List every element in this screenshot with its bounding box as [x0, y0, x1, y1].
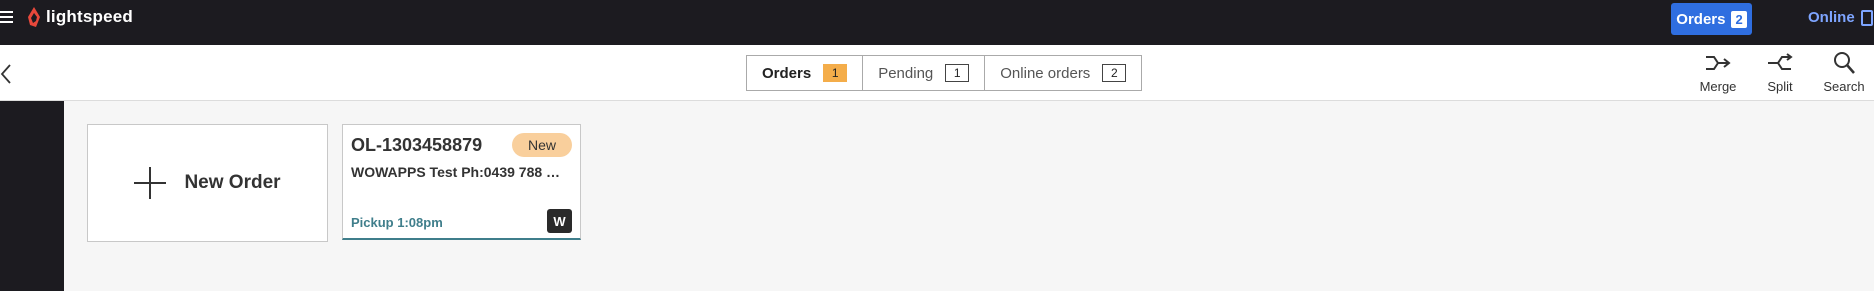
search-button[interactable]: Search — [1814, 51, 1874, 94]
merge-icon — [1706, 56, 1731, 70]
split-button[interactable]: Split — [1750, 51, 1810, 94]
merge-button[interactable]: Merge — [1688, 51, 1748, 94]
split-icon — [1768, 53, 1793, 70]
orders-label: Orders — [1676, 10, 1726, 28]
tab-pending[interactable]: Pending 1 — [863, 56, 986, 90]
tab-orders-label: Orders — [762, 64, 812, 82]
pickup-time: Pickup 1:08pm — [351, 215, 443, 230]
search-label: Search — [1823, 79, 1865, 94]
orders-count-badge: 2 — [1731, 10, 1747, 28]
tab-online-orders[interactable]: Online orders 2 — [985, 56, 1141, 90]
split-label: Split — [1767, 79, 1793, 94]
customer-info: WOWAPPS Test Ph:0439 788 882 — [351, 164, 566, 180]
status-badge: New — [512, 133, 572, 157]
tab-pending-label: Pending — [878, 64, 934, 82]
tab-online-orders-label: Online orders — [1000, 64, 1091, 82]
order-number: OL-1303458879 — [351, 135, 483, 155]
brand-name: lightspeed — [46, 7, 134, 26]
menu-icon[interactable] — [0, 8, 14, 26]
brand-logo: lightspeed — [26, 7, 133, 27]
order-card[interactable]: OL-1303458879 New WOWAPPS Test Ph:0439 7… — [342, 124, 581, 240]
new-order-card[interactable]: New Order — [87, 124, 328, 242]
tab-orders-count: 1 — [823, 64, 848, 82]
back-icon[interactable] — [0, 63, 12, 90]
side-strip — [0, 101, 64, 291]
tab-orders[interactable]: Orders 1 — [747, 56, 864, 90]
bag-icon — [1860, 9, 1873, 26]
tab-pending-count: 1 — [945, 64, 970, 82]
wowapps-logo-icon: W — [547, 209, 572, 233]
new-order-label: New Order — [184, 172, 281, 193]
search-icon — [1834, 52, 1855, 74]
order-tabs: Orders 1 Pending 1 Online orders 2 — [746, 55, 1143, 91]
sub-toolbar: Orders 1 Pending 1 Online orders 2 Merge… — [0, 45, 1874, 101]
top-bar: lightspeed Orders 2 Online — [0, 0, 1874, 45]
online-label: Online — [1808, 9, 1855, 26]
flame-icon — [28, 7, 40, 27]
plus-icon — [134, 167, 167, 199]
orders-button[interactable]: Orders 2 — [1671, 3, 1752, 35]
online-button[interactable]: Online — [1808, 9, 1873, 26]
merge-label: Merge — [1699, 79, 1737, 94]
tab-online-orders-count: 2 — [1102, 64, 1127, 82]
